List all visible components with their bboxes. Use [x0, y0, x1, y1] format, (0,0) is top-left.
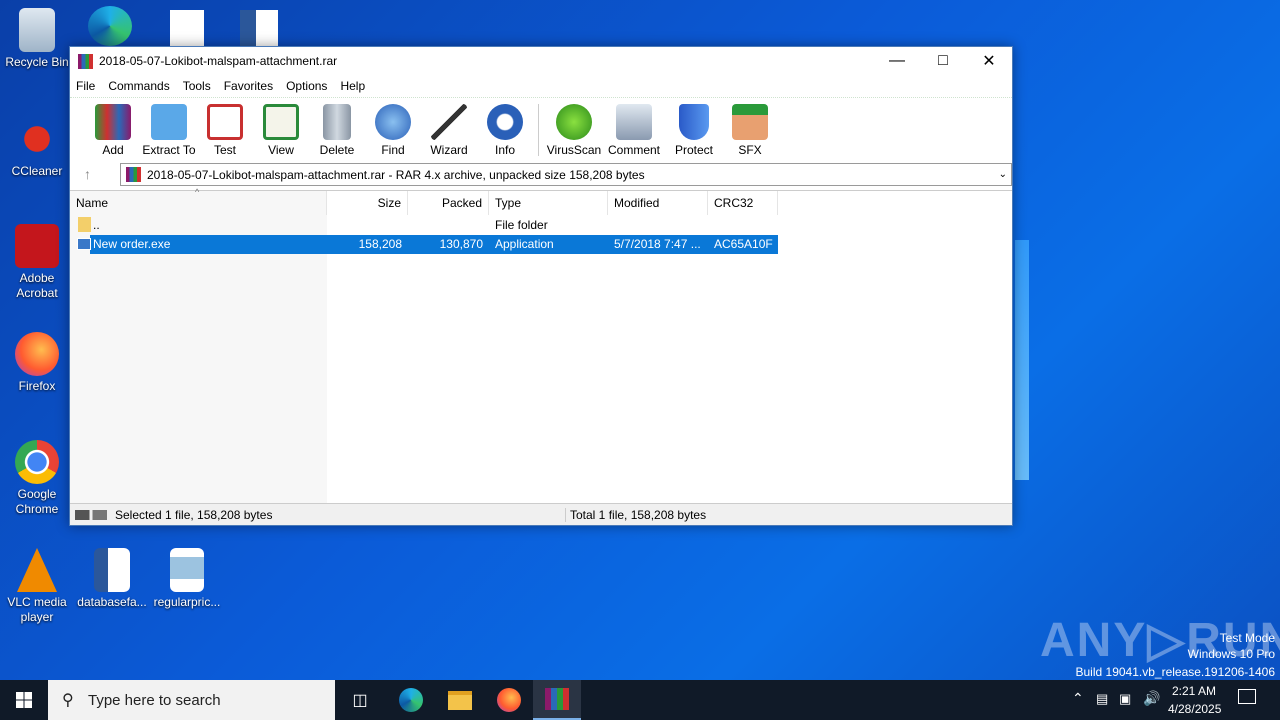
sort-arrow-icon: ^	[195, 187, 200, 197]
delete-button[interactable]: Delete	[308, 102, 366, 157]
firefox-taskbar-icon[interactable]	[485, 680, 533, 720]
wizard-button[interactable]: Wizard	[420, 102, 478, 157]
desktop-icon-recycle-bin[interactable]: Recycle Bin	[4, 8, 70, 70]
column-size[interactable]: Size	[327, 191, 408, 215]
search-box[interactable]: ⚲ Type here to search	[48, 680, 335, 720]
address-bar[interactable]: 2018-05-07-Lokibot-malspam-attachment.ra…	[120, 163, 1012, 186]
drive-icon	[75, 509, 107, 520]
book-icon	[263, 104, 299, 140]
image-file-desktop-icon[interactable]	[170, 10, 204, 46]
archive-icon	[126, 167, 141, 182]
image-file-icon	[170, 548, 204, 592]
word-doc-icon	[94, 548, 130, 592]
chevron-down-icon[interactable]: ⌄	[999, 169, 1007, 180]
virusscan-button[interactable]: VirusScan	[545, 102, 603, 157]
edge-desktop-icon[interactable]	[88, 6, 132, 46]
desktop-icon-regularpric[interactable]: regularpric...	[152, 548, 222, 610]
network-icon[interactable]: ▣	[1119, 691, 1131, 707]
menu-options[interactable]: Options	[286, 79, 327, 93]
acrobat-icon	[15, 224, 59, 268]
close-button[interactable]: ✕	[966, 47, 1012, 75]
find-button[interactable]: Find	[364, 102, 422, 157]
volume-icon[interactable]: 🔊	[1143, 690, 1160, 707]
chrome-icon	[15, 440, 59, 484]
vlc-icon	[17, 548, 57, 592]
notification-icon[interactable]	[1238, 689, 1256, 704]
firefox-icon	[15, 332, 59, 376]
folder-icon	[151, 104, 187, 140]
word-desktop-icon[interactable]	[240, 10, 278, 46]
tray-chevron-up-icon[interactable]: ⌃	[1072, 690, 1084, 707]
shield-icon	[679, 104, 709, 140]
windows-icon	[16, 692, 32, 708]
extract-to-button[interactable]: Extract To	[140, 102, 198, 157]
maximize-button[interactable]: □	[920, 47, 966, 75]
test-button[interactable]: Test	[196, 102, 254, 157]
toolbar-separator	[538, 104, 539, 156]
status-bar: Selected 1 file, 158,208 bytes Total 1 f…	[70, 503, 1012, 525]
desktop-icon-chrome[interactable]: Google Chrome	[4, 440, 70, 517]
status-total: Total 1 file, 158,208 bytes	[565, 507, 706, 522]
column-modified[interactable]: Modified	[608, 191, 708, 215]
desktop-icon-ccleaner[interactable]: CCleaner	[4, 117, 70, 179]
clock-date[interactable]: 4/28/2025	[1168, 702, 1221, 716]
toolbar: Add Extract To Test View Delete Find Wiz…	[70, 97, 1012, 159]
recycle-bin-icon	[19, 8, 55, 52]
taskbar: ⚲ Type here to search ◫ ⌃ ▤ ▣ 🔊 2:21 AM …	[0, 680, 1280, 720]
address-bar-row: ↑ 2018-05-07-Lokibot-malspam-attachment.…	[70, 161, 1012, 187]
trash-icon	[323, 104, 351, 140]
start-button[interactable]	[0, 680, 48, 720]
magic-wand-icon	[431, 104, 467, 140]
desktop-icon-vlc[interactable]: VLC media player	[4, 548, 70, 625]
add-button[interactable]: Add	[84, 102, 142, 157]
watermark-edition: Windows 10 Pro	[1187, 647, 1275, 661]
comment-button[interactable]: Comment	[601, 102, 667, 157]
protect-button[interactable]: Protect	[665, 102, 723, 157]
info-button[interactable]: Info	[476, 102, 534, 157]
window-title: 2018-05-07-Lokibot-malspam-attachment.ra…	[99, 54, 338, 68]
menu-bar: File Commands Tools Favorites Options He…	[70, 75, 1012, 97]
file-explorer-icon[interactable]	[436, 680, 484, 720]
watermark-build: Build 19041.vb_release.191206-1406	[1075, 665, 1276, 679]
ccleaner-icon	[15, 117, 59, 161]
menu-favorites[interactable]: Favorites	[224, 79, 273, 93]
winrar-taskbar-icon[interactable]	[533, 680, 581, 720]
view-button[interactable]: View	[252, 102, 310, 157]
windows-logo-glow	[1015, 240, 1029, 480]
meet-now-icon[interactable]: ▤	[1096, 691, 1108, 707]
menu-commands[interactable]: Commands	[108, 79, 169, 93]
status-selected: Selected 1 file, 158,208 bytes	[115, 507, 273, 522]
winrar-icon	[78, 53, 93, 69]
info-icon	[487, 104, 523, 140]
column-type[interactable]: Type	[489, 191, 608, 215]
column-packed[interactable]: Packed	[408, 191, 489, 215]
menu-file[interactable]: File	[76, 79, 95, 93]
column-crc32[interactable]: CRC32	[708, 191, 778, 215]
minimize-button[interactable]: —	[874, 47, 920, 75]
desktop-icon-firefox[interactable]: Firefox	[4, 332, 70, 394]
menu-tools[interactable]: Tools	[183, 79, 211, 93]
sfx-box-icon	[732, 104, 768, 140]
virus-scan-icon	[556, 104, 592, 140]
clock-time[interactable]: 2:21 AM	[1172, 684, 1216, 698]
task-view-icon[interactable]: ◫	[336, 680, 384, 720]
clipboard-check-icon	[207, 104, 243, 140]
magnifier-icon	[375, 104, 411, 140]
winrar-window: 2018-05-07-Lokibot-malspam-attachment.ra…	[69, 46, 1013, 526]
desktop-icon-databasefa[interactable]: databasefa...	[77, 548, 147, 610]
edge-taskbar-icon[interactable]	[387, 680, 435, 720]
menu-help[interactable]: Help	[340, 79, 365, 93]
watermark-test-mode: Test Mode	[1219, 631, 1275, 645]
comment-icon	[616, 104, 652, 140]
desktop-icon-acrobat[interactable]: Adobe Acrobat	[4, 224, 70, 301]
file-list: Name ^ Size Packed Type Modified CRC32 .…	[70, 187, 1012, 503]
up-arrow-icon[interactable]: ↑	[84, 166, 91, 182]
add-icon	[95, 104, 131, 140]
search-icon: ⚲	[62, 692, 74, 709]
title-bar: 2018-05-07-Lokibot-malspam-attachment.ra…	[70, 47, 1012, 75]
sfx-button[interactable]: SFX	[721, 102, 779, 157]
